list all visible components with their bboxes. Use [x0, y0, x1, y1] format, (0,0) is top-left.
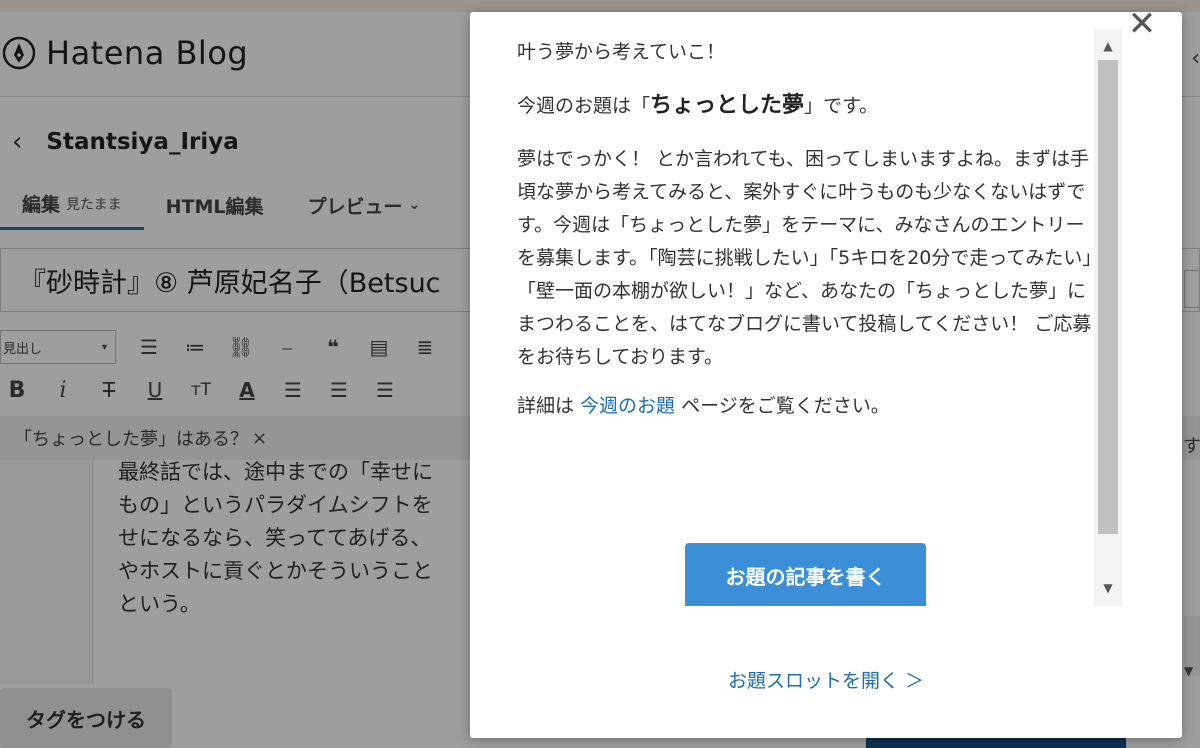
modal-scroll-area[interactable]: 叶う夢から考えていこ！ 今週のお題は「ちょっとした夢」です。 夢はでっかく！ と… [470, 30, 1122, 606]
modal-intro: 叶う夢から考えていこ！ [517, 41, 726, 63]
scroll-up-arrow-icon[interactable]: ▲ [1094, 36, 1122, 56]
open-topic-slot-link[interactable]: お題スロットを開く ＞ [470, 666, 1182, 693]
modal-content: 叶う夢から考えていこ！ 今週のお題は「ちょっとした夢」です。 夢はでっかく！ と… [517, 36, 1092, 439]
close-icon[interactable]: ✕ [1124, 4, 1160, 44]
scroll-down-arrow-icon[interactable]: ▼ [1094, 578, 1122, 598]
detail-suffix: ページをご覧ください。 [675, 395, 890, 417]
weekly-topic-link[interactable]: 今週のお題 [580, 395, 675, 417]
topic-line-suffix: 」です。 [804, 95, 879, 117]
modal-detail-line: 詳細は 今週のお題 ページをご覧ください。 [517, 390, 1092, 423]
weekly-topic-modal: ✕ 叶う夢から考えていこ！ 今週のお題は「ちょっとした夢」です。 夢はでっかく！… [470, 4, 1182, 738]
scrollbar-thumb[interactable] [1098, 60, 1118, 534]
detail-prefix: 詳細は [517, 395, 581, 417]
modal-scrollbar[interactable]: ▲ ▼ [1094, 30, 1122, 606]
modal-description: 夢はでっかく！ とか言われても、困ってしまいますよね。まずは手頃な夢から考えてみ… [517, 148, 1092, 368]
topic-line-prefix: 今週のお題は「 [517, 95, 651, 117]
modal-topic-line: 今週のお題は「ちょっとした夢」です。 [517, 89, 1092, 123]
topic-name: ちょっとした夢 [650, 93, 805, 118]
write-topic-article-button[interactable]: お題の記事を書く [685, 543, 926, 606]
